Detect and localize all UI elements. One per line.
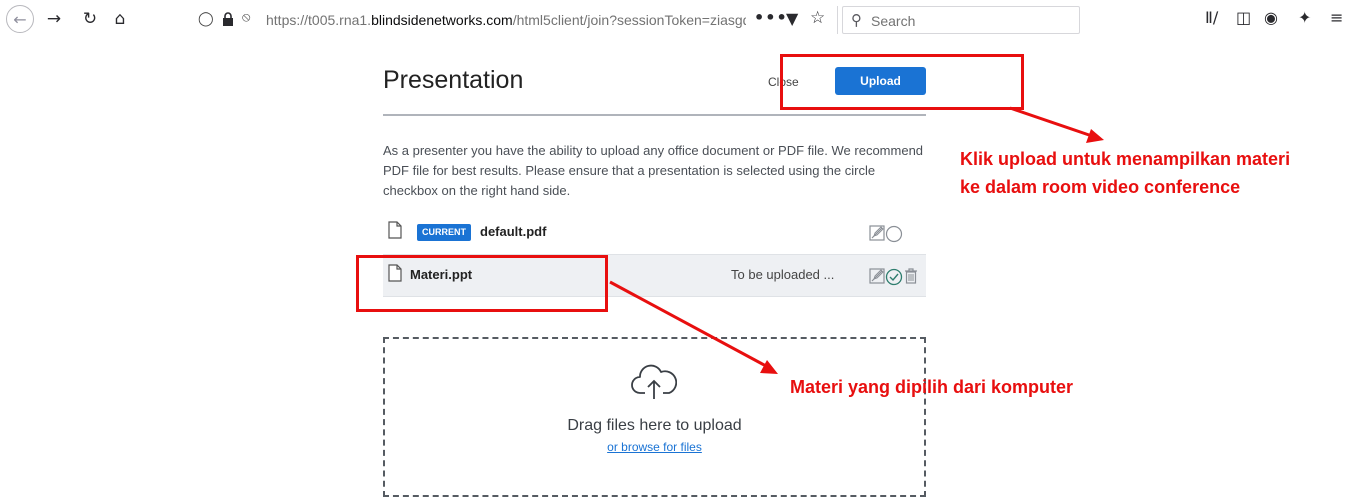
upload-annotation-line2: ke dalam room video conference (960, 177, 1241, 197)
address-bar[interactable]: ◯ ⦸ https://t005.rna1.blindsidenetworks.… (190, 6, 838, 34)
file-highlight-box (356, 255, 608, 312)
upload-instructions: As a presenter you have the ability to u… (383, 143, 924, 198)
file-row-default[interactable]: CURRENT default.pdf (383, 212, 926, 253)
select-presentation-circle-icon[interactable] (885, 225, 903, 243)
upload-arrowhead (1086, 129, 1104, 143)
page-actions-button[interactable]: ••• (754, 8, 788, 27)
url-domain: blindsidenetworks.com (371, 12, 513, 28)
url-text[interactable]: https://t005.rna1.blindsidenetworks.com/… (266, 12, 746, 28)
reload-button[interactable]: ↻ (78, 6, 102, 32)
home-button[interactable]: ⌂ (108, 6, 132, 32)
extensions-gift-icon[interactable]: ✦ (1298, 8, 1311, 27)
browse-files-link[interactable]: or browse for files (385, 440, 924, 454)
bookmark-star-icon[interactable]: ☆ (810, 8, 825, 28)
trash-icon[interactable] (904, 268, 918, 284)
upload-annotation-line1: Klik upload untuk menampilkan materi (960, 149, 1291, 169)
back-arrow-icon: ← (13, 9, 27, 29)
reload-icon: ↻ (82, 9, 98, 29)
forward-arrow-icon: → (46, 9, 62, 29)
download-toggle-icon[interactable] (869, 268, 885, 284)
lock-icon[interactable] (222, 12, 234, 26)
search-box[interactable]: ⚲ (842, 6, 1080, 34)
cloud-upload-icon (631, 364, 677, 399)
file-annotation: Materi yang dipilih dari komputer (790, 377, 1074, 397)
back-button[interactable]: ← (6, 5, 34, 33)
file-name: default.pdf (480, 224, 547, 239)
browser-toolbar: ← → ↻ ⌂ ◯ ⦸ https://t005.rna1.blindsiden… (0, 0, 1369, 42)
panel-title: Presentation (383, 66, 524, 94)
url-prefix: https://t005.rna1. (266, 12, 372, 28)
upload-arrow (1009, 106, 1093, 138)
url-path: /html5client/join?sessionToken=ziasgqrae… (512, 12, 746, 28)
search-input[interactable] (869, 10, 1073, 32)
upload-annotation: Klik upload untuk menampilkan materi ke … (960, 145, 1360, 201)
media-permission-icon[interactable]: ⦸ (242, 10, 250, 25)
file-icon (388, 221, 402, 239)
pocket-icon[interactable]: ▼ (786, 9, 798, 28)
dropzone-text: Drag files here to upload (567, 417, 742, 434)
title-divider (383, 114, 926, 116)
account-icon[interactable]: ◉ (1264, 8, 1278, 27)
upload-status-text: To be uploaded ... (731, 267, 835, 282)
forward-button[interactable]: → (42, 6, 66, 32)
download-toggle-icon[interactable] (869, 225, 885, 241)
sidebar-icon[interactable]: ◫ (1236, 8, 1251, 27)
current-badge: CURRENT (417, 224, 471, 241)
tracking-shield-icon[interactable]: ◯ (198, 11, 214, 27)
library-icon[interactable]: Ⅱ∕ (1205, 8, 1218, 27)
file-dropzone[interactable]: Drag files here to upload or browse for … (383, 337, 926, 497)
home-icon: ⌂ (114, 9, 126, 29)
search-icon: ⚲ (851, 11, 862, 29)
menu-hamburger-icon[interactable]: ≡ (1330, 8, 1343, 27)
selected-check-circle-icon[interactable] (885, 268, 903, 286)
upload-highlight-box (780, 54, 1024, 110)
